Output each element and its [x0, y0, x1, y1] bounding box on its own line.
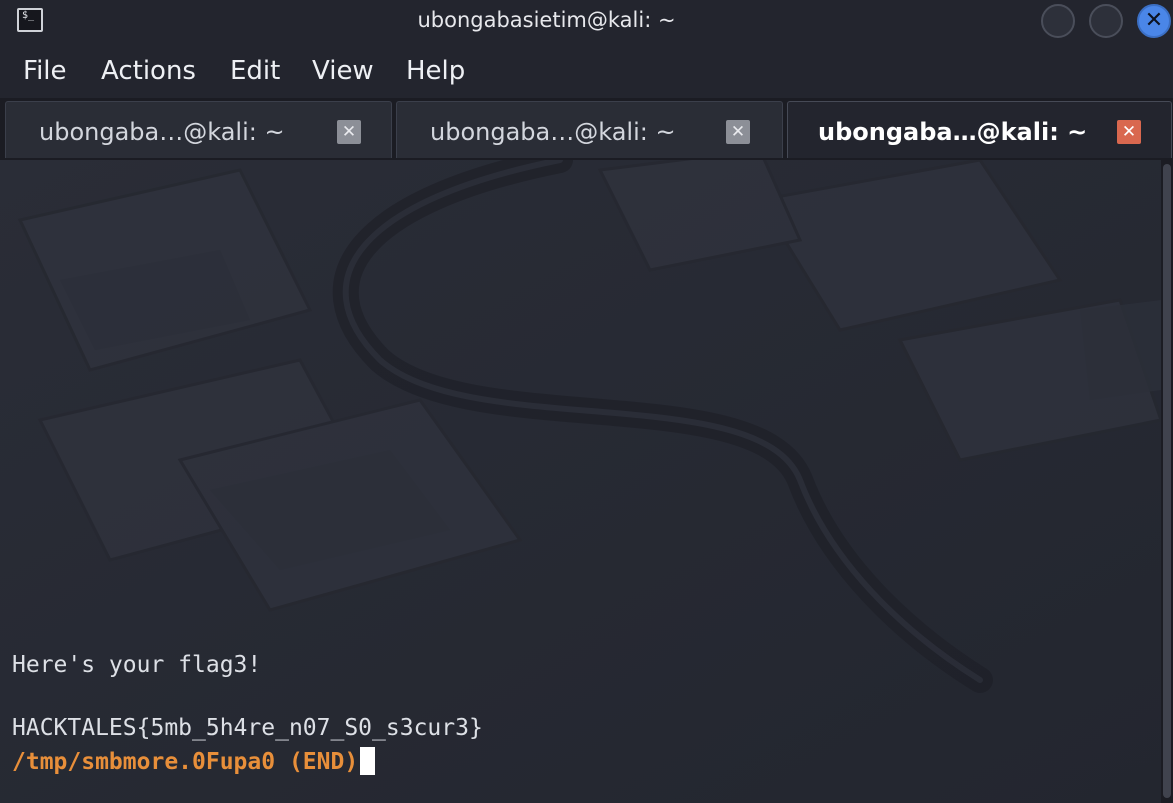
close-window-button[interactable]: ✕ [1137, 4, 1171, 38]
terminal-line-1: Here's your flag3! [12, 652, 262, 678]
pager-status-line: /tmp/smbmore.0Fupa0 (END) [12, 747, 376, 775]
menu-file[interactable]: File [23, 56, 67, 86]
vertical-scrollbar[interactable] [1161, 160, 1173, 803]
scrollbar-thumb[interactable] [1163, 164, 1171, 798]
tab-2-label: ubongaba…@kali: ~ [430, 118, 676, 146]
minimize-button[interactable] [1041, 4, 1075, 38]
tab-2[interactable]: ubongaba…@kali: ~ ✕ [396, 101, 783, 158]
tab-2-close-icon[interactable]: ✕ [726, 120, 750, 144]
tab-1[interactable]: ubongaba…@kali: ~ ✕ [5, 101, 392, 158]
menu-bar: File Actions Edit View Help [0, 46, 1173, 98]
terminal-output[interactable]: Here's your flag3! HACKTALES{5mb_5h4re_n… [0, 160, 1161, 803]
tab-bar: ubongaba…@kali: ~ ✕ ubongaba…@kali: ~ ✕ … [0, 98, 1173, 160]
menu-edit[interactable]: Edit [230, 56, 280, 86]
menu-actions[interactable]: Actions [101, 56, 196, 86]
maximize-button[interactable] [1089, 4, 1123, 38]
close-icon: ✕ [1144, 8, 1164, 33]
title-bar[interactable]: $_ ubongabasietim@kali: ~ ✕ [0, 0, 1173, 44]
terminal-line-flag: HACKTALES{5mb_5h4re_n07_S0_s3cur3} [12, 715, 483, 741]
kali-wallpaper-background [0, 160, 1161, 803]
tab-3[interactable]: ubongaba…@kali: ~ ✕ [787, 101, 1172, 158]
pager-prompt: /tmp/smbmore.0Fupa0 (END) [12, 749, 359, 775]
window-title: ubongabasietim@kali: ~ [417, 8, 676, 32]
menu-view[interactable]: View [312, 56, 374, 86]
tab-3-close-icon[interactable]: ✕ [1117, 120, 1141, 144]
menu-help[interactable]: Help [406, 56, 465, 86]
text-cursor [360, 747, 376, 775]
tab-1-label: ubongaba…@kali: ~ [39, 118, 285, 146]
terminal-window: $_ ubongabasietim@kali: ~ ✕ File Actions… [0, 0, 1173, 803]
tab-3-label: ubongaba…@kali: ~ [818, 118, 1088, 146]
tab-1-close-icon[interactable]: ✕ [337, 120, 361, 144]
